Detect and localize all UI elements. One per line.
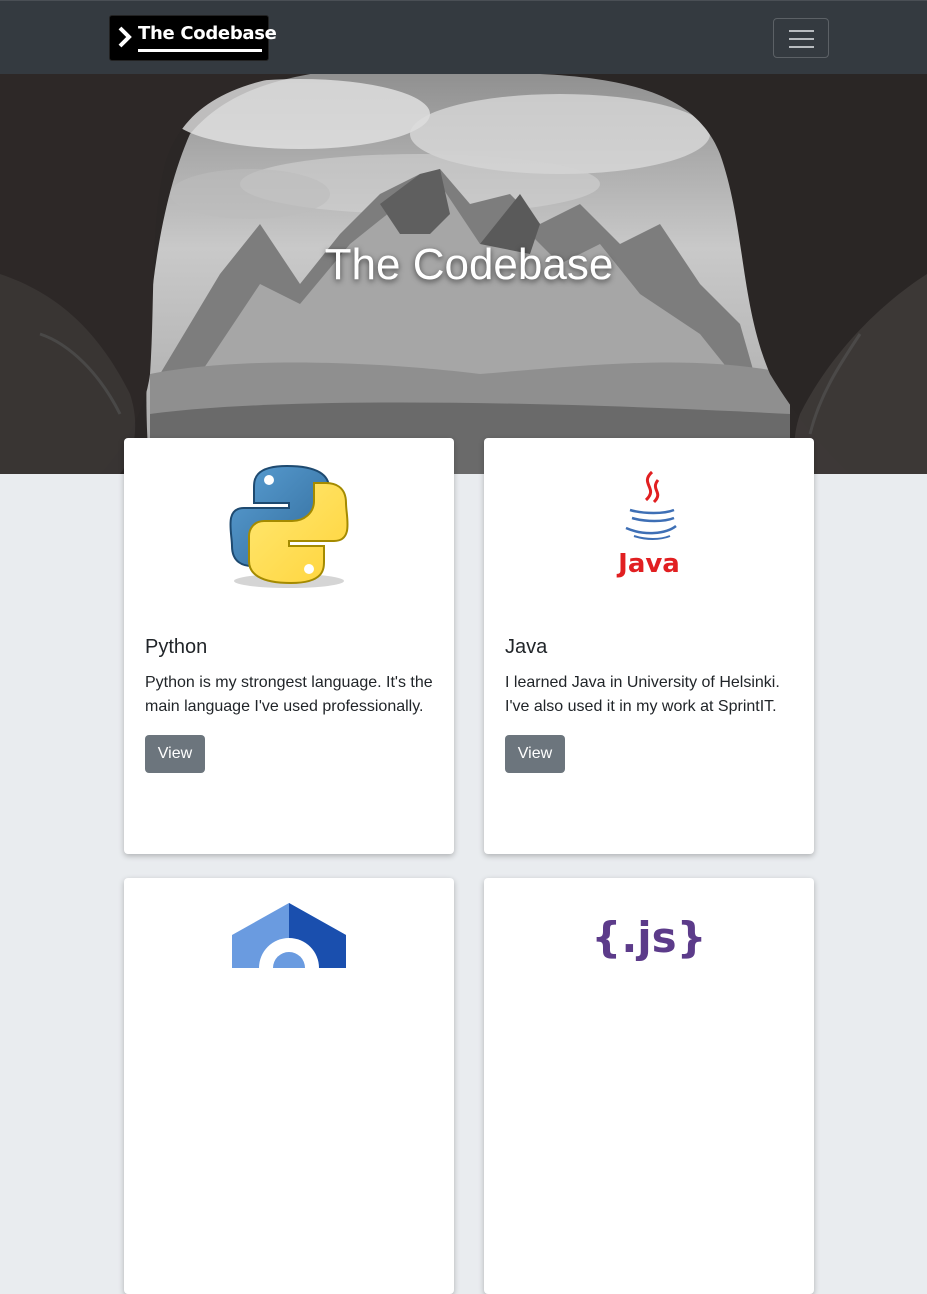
card-java: Java Java I learned Java in University o… <box>484 438 814 854</box>
brand-text: The Codebase <box>138 23 277 44</box>
card-csharp <box>124 878 454 1294</box>
hero-banner: The Codebase <box>0 74 927 474</box>
java-logo-icon: Java <box>616 470 680 579</box>
python-logo-icon <box>229 464 349 588</box>
card-text: Python is my strongest language. It's th… <box>145 674 433 715</box>
navbar: The Codebase <box>0 0 927 74</box>
card-title: Python <box>145 636 208 658</box>
hamburger-bar <box>789 46 814 48</box>
javascript-logo-icon: {.js} <box>591 913 706 962</box>
hero-title: The Codebase <box>324 240 614 289</box>
chevron-right-icon <box>118 26 132 48</box>
card-text: I learned Java in University of Helsinki… <box>505 674 780 715</box>
brand-logo[interactable]: The Codebase <box>109 15 277 61</box>
brand-underline <box>138 49 262 52</box>
card-javascript: {.js} <box>484 878 814 1294</box>
csharp-logo-icon <box>232 903 346 968</box>
js-logo-text: {.js} <box>591 913 706 962</box>
hamburger-menu-icon <box>789 30 814 32</box>
navbar-toggler-button[interactable] <box>773 18 829 58</box>
hamburger-bar <box>789 38 814 40</box>
java-logo-text: Java <box>616 549 680 579</box>
card-title: Java <box>505 636 548 658</box>
view-button[interactable]: View <box>505 735 565 773</box>
view-button[interactable]: View <box>145 735 205 773</box>
card-python: Python Python is my strongest language. … <box>124 438 454 854</box>
